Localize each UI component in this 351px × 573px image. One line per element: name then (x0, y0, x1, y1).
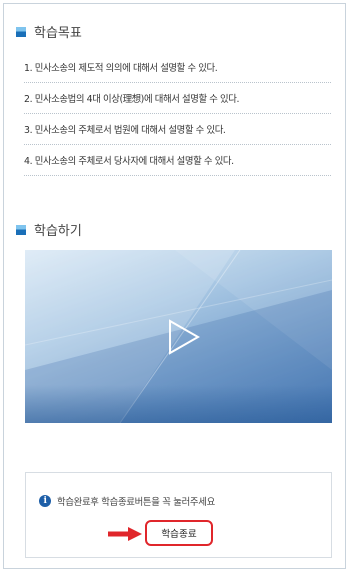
goal-item: 3. 민사소송의 주체로서 법원에 대해서 설명할 수 있다. (24, 114, 331, 145)
goals-section-header: 학습목표 (16, 22, 82, 41)
section-marker-icon (16, 224, 26, 235)
goal-item: 1. 민사소송의 제도적 의의에 대해서 설명할 수 있다. (24, 52, 331, 83)
finish-study-button[interactable]: 학습종료 (145, 520, 213, 546)
video-player[interactable] (25, 250, 332, 423)
info-icon: i (39, 495, 51, 507)
study-section-title: 학습하기 (34, 224, 82, 239)
notice-line: i 학습완료후 학습종료버튼을 꼭 눌러주세요 (39, 494, 215, 508)
video-bottom-shade (25, 385, 332, 423)
arrow-right-icon (108, 527, 142, 541)
goal-item: 4. 민사소송의 주체로서 당사자에 대해서 설명할 수 있다. (24, 145, 331, 176)
play-icon[interactable] (167, 318, 201, 356)
section-marker-icon (16, 26, 26, 37)
notice-message: 학습완료후 학습종료버튼을 꼭 눌러주세요 (57, 497, 215, 508)
goal-item: 2. 민사소송법의 4대 이상(理想)에 대해서 설명할 수 있다. (24, 83, 331, 114)
study-section-header: 학습하기 (16, 220, 82, 239)
goals-section-title: 학습목표 (34, 26, 82, 41)
completion-notice: i 학습완료후 학습종료버튼을 꼭 눌러주세요 학습종료 (25, 472, 332, 558)
goals-list: 1. 민사소송의 제도적 의의에 대해서 설명할 수 있다. 2. 민사소송법의… (24, 52, 331, 176)
